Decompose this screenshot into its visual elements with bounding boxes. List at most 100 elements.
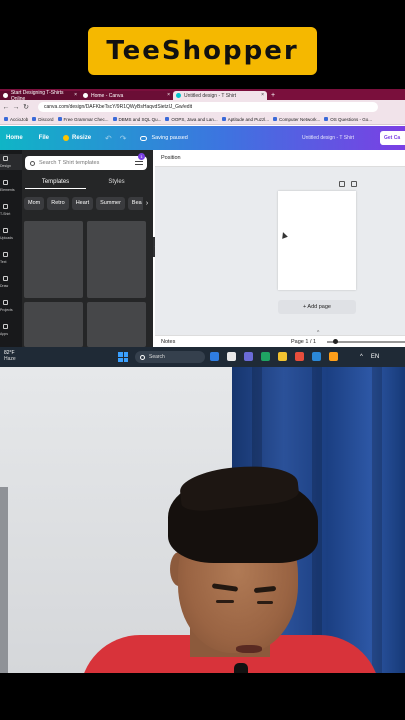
letterbox-bottom [0,673,405,720]
page-tools [333,181,357,187]
rail-item-projects[interactable]: Projects [0,298,22,314]
upload-icon [3,228,8,233]
screen-capture: Start Designing T-Shirts Online × Home -… [0,89,405,367]
tab-close-icon[interactable]: × [261,92,264,98]
redo-icon[interactable]: ↷ [120,134,127,143]
bookmark-item[interactable]: OOPS, Java and Lan... [165,117,218,122]
tab-close-icon[interactable]: × [167,92,170,98]
zoom-slider-handle[interactable] [333,339,338,344]
tab-styles[interactable]: Styles [86,177,147,189]
text-icon [3,252,8,257]
canva-toolbar: Home File Resize ↶ ↷ Saving paused Untit… [0,126,405,150]
bookmark-icon [165,117,170,121]
browser-tab-canva-home[interactable]: Home - Canva × [80,91,173,100]
windows-start-icon[interactable] [118,352,128,362]
template-thumbnail[interactable] [87,221,146,298]
zoom-slider[interactable] [327,341,405,343]
chip-summer[interactable]: Summer [96,197,125,210]
weather-condition: Haze [4,356,16,362]
teams-icon[interactable] [244,352,253,361]
chevron-up-icon[interactable]: ^ [360,354,363,360]
rail-item-tshirt[interactable]: T-Shirt [0,202,22,218]
chip-retro[interactable]: Retro [47,197,69,210]
bookmark-item[interactable]: OS Questions - Go... [324,117,372,122]
notes-button[interactable]: Notes [161,339,175,345]
new-tab-button[interactable]: + [271,91,275,100]
chip-heart[interactable]: Heart [71,197,94,210]
filter-count-badge: 1 [138,153,145,160]
folder-icon[interactable] [278,352,287,361]
folder-icon [3,300,8,305]
templates-panel: Search T Shirt templates 1 Templates Sty… [22,150,153,347]
bookmark-item[interactable]: Discord [32,117,54,122]
home-button[interactable]: Home [6,135,23,141]
panel-tabs: Templates Styles [25,177,147,189]
context-toolbar: Position [155,150,405,167]
browser-tab-bar: Start Designing T-Shirts Online × Home -… [0,89,405,102]
taskbar-search-input[interactable]: Search [135,351,205,363]
weather-widget[interactable]: 82°F Haze [4,350,16,362]
add-page-button[interactable]: + Add page [278,300,356,314]
draw-icon [3,276,8,281]
page-indicator[interactable]: Page 1 / 1 [291,339,316,345]
rail-item-elements[interactable]: Elements [0,178,22,194]
browser-tab-untitled-design[interactable]: Untitled design - T Shirt × [173,91,267,100]
undo-icon[interactable]: ↶ [105,134,112,143]
url-field[interactable]: canva.com/design/DAFKbeTscY/9R1QWyBsHaqv… [38,102,378,112]
tab-templates[interactable]: Templates [25,177,86,189]
duplicate-page-icon[interactable] [339,181,345,187]
template-thumbnail[interactable] [24,221,83,298]
rail-item-uploads[interactable]: Uploads [0,226,22,242]
bookmark-item[interactable]: Computer Network... [272,117,320,122]
file-explorer-icon[interactable] [210,352,219,361]
position-button[interactable]: Position [161,155,181,161]
bookmark-icon [57,117,62,121]
chevron-right-icon[interactable]: › [143,197,151,210]
design-icon [3,156,8,161]
tab-close-icon[interactable]: × [74,92,77,98]
bookmark-item[interactable]: Aptitude and Puzzl... [221,117,269,122]
reload-icon[interactable]: ↻ [22,103,30,111]
tray-language[interactable]: EN [371,354,379,360]
category-chips: Mom Retro Heart Summer Bea › [24,197,151,210]
bookmark-item[interactable]: AccioJob [4,117,28,122]
forward-arrow-icon[interactable]: → [12,104,20,111]
app-icon[interactable] [329,352,338,361]
system-tray: ^ EN [360,354,387,360]
rail-item-draw[interactable]: Draw [0,274,22,290]
back-arrow-icon[interactable]: ← [2,104,10,111]
bookmark-item[interactable]: DBMS and SQL Qu... [112,117,161,122]
tab-favicon-icon [83,93,88,98]
vscode-icon[interactable] [312,352,321,361]
edge-icon[interactable] [261,352,270,361]
get-canva-pro-button[interactable]: Get Ca [380,131,405,145]
template-thumbnail[interactable] [24,302,83,347]
filter-icon[interactable] [135,159,143,166]
apps-icon [3,324,8,329]
search-icon [140,354,145,360]
browser-tab-tshirts[interactable]: Start Designing T-Shirts Online × [0,90,80,102]
rail-item-text[interactable]: Text [0,250,22,266]
search-icon [30,160,35,166]
file-menu-button[interactable]: File [39,135,49,141]
add-page-icon[interactable] [351,181,357,187]
design-page-canvas[interactable] [278,191,356,290]
chrome-icon[interactable] [295,352,304,361]
template-thumbnail[interactable] [87,302,146,347]
save-status: Saving paused [140,135,188,141]
chip-mom[interactable]: Mom [24,197,45,210]
left-eye [216,600,234,603]
rail-item-apps[interactable]: Apps [0,322,22,338]
bookmark-item[interactable]: Free Grammar Chec... [57,117,109,122]
rail-item-design[interactable]: Design [0,154,22,170]
tab-label: Untitled design - T Shirt [184,92,237,99]
template-search-input[interactable]: Search T Shirt templates 1 [25,153,147,170]
resize-button[interactable]: Resize [63,135,91,141]
bookmark-icon [324,117,329,121]
cloud-icon [140,135,148,141]
bookmark-icon [32,117,37,121]
task-view-icon[interactable] [227,352,236,361]
document-title[interactable]: Untitled design - T Shirt [302,135,354,141]
whiteboard-frame [0,487,8,673]
chevron-up-icon[interactable]: ^ [317,330,319,336]
